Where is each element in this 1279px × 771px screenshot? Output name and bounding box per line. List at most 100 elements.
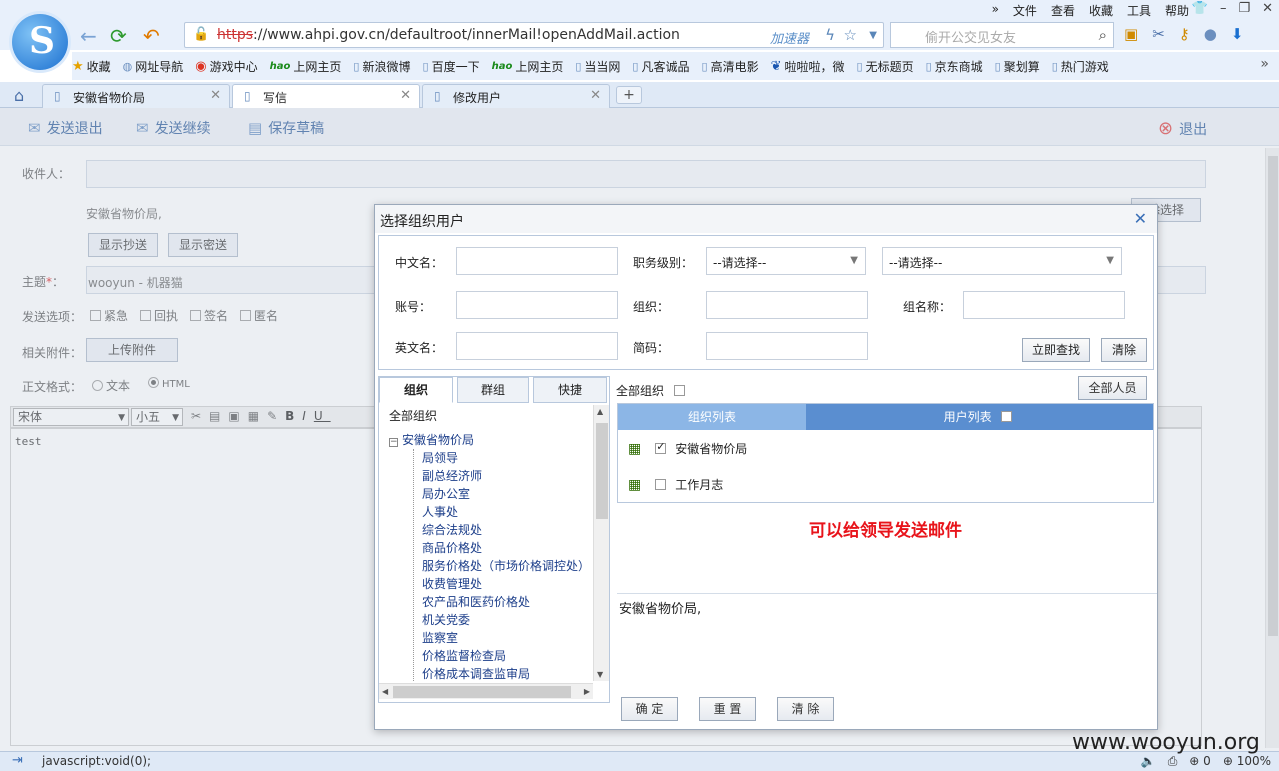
bookmark-item[interactable]: ▯ 无标题页 [857, 58, 914, 75]
bookmark-star-icon[interactable]: ☆ [844, 26, 857, 44]
dropdown-icon[interactable]: ▼ [869, 30, 877, 41]
refresh-icon[interactable]: ⟳ [110, 24, 127, 48]
scissors-icon[interactable]: ✂ [1152, 25, 1165, 43]
menu-help[interactable]: 帮助 [1165, 2, 1189, 19]
confirm-button[interactable]: 确 定 [621, 697, 678, 721]
scroll-right-icon[interactable]: ▶ [584, 687, 590, 696]
bookmark-item[interactable]: ▯ 高清电影 [702, 58, 759, 75]
tree-item[interactable]: 局办公室 [422, 485, 590, 503]
close-window-icon[interactable]: ✕ [1262, 1, 1273, 16]
search-box[interactable]: 偷开公交见女友 ⌕ [890, 22, 1114, 48]
restore-icon[interactable]: ❐ [1238, 1, 1250, 16]
close-tab-icon[interactable]: ✕ [210, 88, 221, 103]
tab-edit-user[interactable]: ▯ 修改用户 ✕ [422, 84, 610, 108]
tree-item[interactable]: 商品价格处 [422, 539, 590, 557]
zoom-level[interactable]: ⊕ 100% [1223, 754, 1271, 769]
bookmark-item[interactable]: ◍ 网址导航 [123, 58, 184, 75]
close-tab-icon[interactable]: ✕ [400, 88, 411, 103]
tree-item[interactable]: 副总经济师 [422, 467, 590, 485]
close-icon[interactable]: ✕ [1134, 209, 1147, 228]
row-checkbox[interactable] [655, 479, 667, 490]
bookmark-item[interactable]: ▯ 新浪微博 [353, 58, 410, 75]
download-count[interactable]: ⊕ 0 [1189, 754, 1211, 769]
download-icon[interactable]: ⬇ [1231, 25, 1244, 43]
tab-group[interactable]: 群组 [457, 377, 529, 403]
tree-org-node[interactable]: − 安徽省物价局 [389, 431, 474, 448]
tab-ahpi[interactable]: ▯ 安徽省物价局 ✕ [42, 84, 230, 108]
grid-row[interactable]: ▦ 工作月志 [628, 476, 723, 493]
home-icon[interactable]: ⌂ [14, 86, 24, 105]
tab-org[interactable]: 组织 [379, 377, 453, 403]
tree-item[interactable]: 收费管理处 [422, 575, 590, 593]
new-tab-button[interactable]: + [616, 86, 642, 104]
bookmark-item[interactable]: ❦ 啦啦啦，微 [771, 58, 845, 75]
tree-item[interactable]: 机关党委 [422, 611, 590, 629]
key-icon[interactable]: ⚷ [1179, 25, 1190, 43]
clear-all-button[interactable]: 清 除 [777, 697, 834, 721]
menu-favorites[interactable]: 收藏 [1089, 2, 1113, 19]
search-icon[interactable]: ⌕ [1099, 26, 1107, 44]
tree-item[interactable]: 局领导 [422, 449, 590, 467]
menu-file[interactable]: 文件 [1013, 2, 1037, 19]
minimize-icon[interactable]: – [1220, 1, 1227, 16]
bookmark-item[interactable]: ▯ 当当网 [575, 58, 620, 75]
bookmark-item[interactable]: ◉ 游戏中心 [195, 58, 257, 75]
bookmark-item[interactable]: ▯ 热门游戏 [1052, 58, 1109, 75]
scroll-up-icon[interactable]: ▲ [597, 407, 603, 416]
bookmark-item[interactable]: ▯ 聚划算 [995, 58, 1040, 75]
tab-shortcut[interactable]: 快捷 [533, 377, 607, 403]
lightning-icon[interactable]: ϟ [825, 26, 835, 44]
tree-item[interactable]: 农产品和医药价格处 [422, 593, 590, 611]
bookmark-item[interactable]: hao 上网主页 [270, 58, 342, 75]
bookmark-item[interactable]: ▯ 百度一下 [423, 58, 480, 75]
tree-item[interactable]: 监察室 [422, 629, 590, 647]
menu-more-icon[interactable]: » [992, 2, 999, 19]
skin-icon[interactable]: 👕 [1192, 1, 1208, 16]
sidebar-toggle-icon[interactable]: ⇥ [12, 753, 23, 768]
accelerator-label[interactable]: 加速器 [770, 28, 809, 47]
tree-item[interactable]: 人事处 [422, 503, 590, 521]
volume-icon[interactable]: 🔈 [1141, 754, 1156, 769]
tree-root[interactable]: 全部组织 [389, 407, 437, 424]
menu-view[interactable]: 查看 [1051, 2, 1075, 19]
tree-item[interactable]: 价格监督检查局 [422, 647, 590, 665]
org-input[interactable] [706, 291, 868, 319]
address-bar[interactable]: 🔓 https://www.ahpi.gov.cn/defaultroot/in… [184, 22, 884, 48]
tree-item[interactable]: 价格成本调查监审局 [422, 665, 590, 681]
account-input[interactable] [456, 291, 618, 319]
bookmark-item[interactable]: ★ 收藏 [72, 58, 111, 75]
search-input[interactable]: 偷开公交见女友 [925, 27, 1016, 46]
undo-icon[interactable]: ↶ [143, 24, 160, 48]
print-icon[interactable]: ⎙ [1168, 754, 1178, 769]
bookmarks-more-icon[interactable]: » [1260, 56, 1269, 72]
rank-subselect[interactable]: --请选择-- ▼ [882, 247, 1122, 275]
menu-tools[interactable]: 工具 [1127, 2, 1151, 19]
collapse-icon[interactable]: − [389, 438, 398, 447]
chat-icon[interactable]: ● [1204, 25, 1217, 43]
cn-name-input[interactable] [456, 247, 618, 275]
reset-button[interactable]: 重 置 [699, 697, 756, 721]
all-people-button[interactable]: 全部人员 [1078, 376, 1147, 400]
tree-horizontal-scrollbar[interactable]: ◀ ▶ [379, 683, 593, 699]
tree-item[interactable]: 综合法规处 [422, 521, 590, 539]
extension-icon[interactable]: ▣ [1124, 25, 1138, 43]
back-icon[interactable]: ← [80, 24, 97, 48]
grid-row[interactable]: ▦安徽省物价局 [628, 440, 747, 457]
tree-item[interactable]: 服务价格处（市场价格调控处） [422, 557, 590, 575]
clear-button[interactable]: 清除 [1101, 338, 1147, 362]
group-name-input[interactable] [963, 291, 1125, 319]
bookmark-item[interactable]: hao 上网主页 [492, 58, 564, 75]
bookmark-item[interactable]: ▯ 京东商城 [926, 58, 983, 75]
all-org-checkbox[interactable]: 全部组织 [616, 382, 688, 399]
short-code-input[interactable] [706, 332, 868, 360]
selected-recipients[interactable]: 安徽省物价局, [617, 593, 1157, 693]
rank-select[interactable]: --请选择-- ▼ [706, 247, 866, 275]
scroll-down-icon[interactable]: ▼ [597, 670, 603, 679]
tab-compose[interactable]: ▯ 写信 ✕ [232, 84, 420, 109]
en-name-input[interactable] [456, 332, 618, 360]
close-tab-icon[interactable]: ✕ [590, 88, 601, 103]
search-now-button[interactable]: 立即查找 [1022, 338, 1090, 362]
tree-vertical-scrollbar[interactable]: ▲ ▼ [593, 405, 609, 681]
row-checkbox[interactable] [655, 440, 667, 454]
bookmark-item[interactable]: ▯ 凡客诚品 [632, 58, 689, 75]
